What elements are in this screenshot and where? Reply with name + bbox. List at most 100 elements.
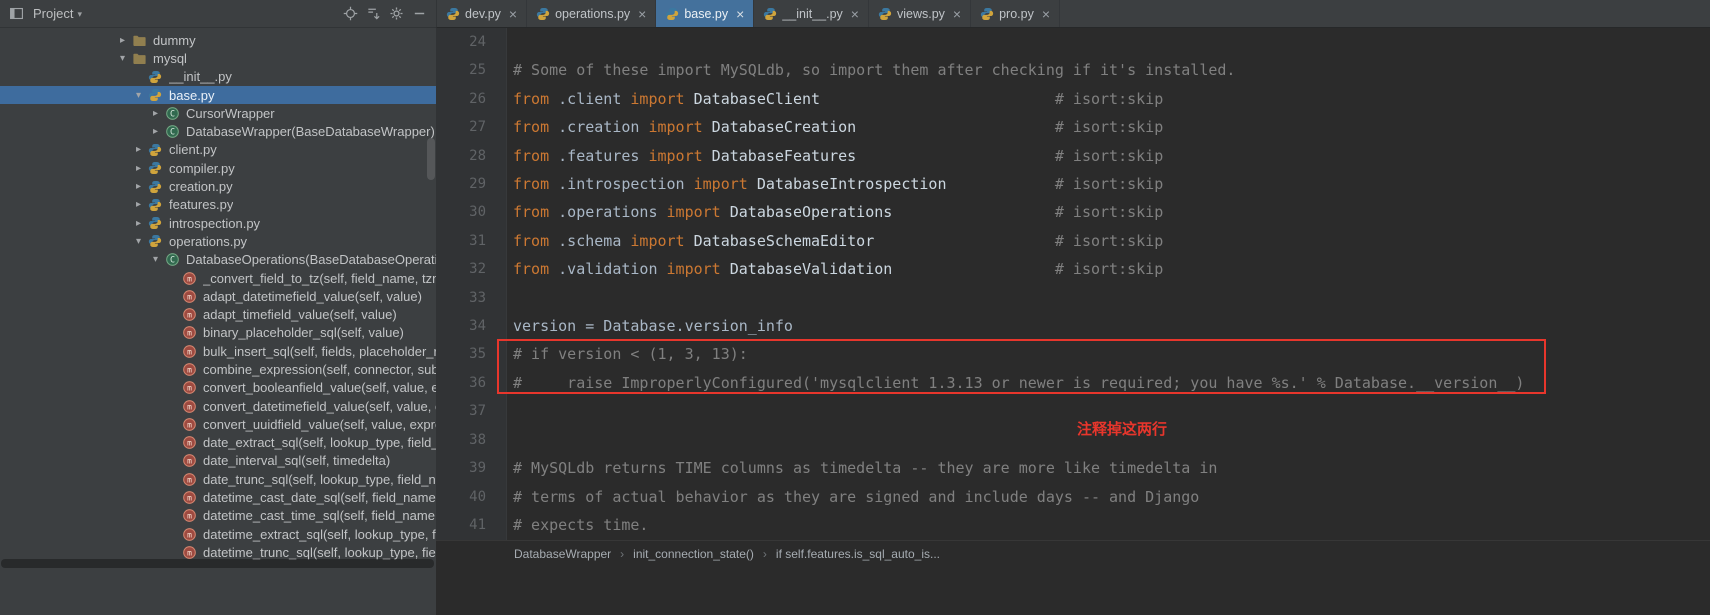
project-panel-title[interactable]: Project (33, 6, 73, 21)
tree-expand-right-icon[interactable]: ▸ (147, 126, 164, 137)
tree-item-operations.py[interactable]: ▾ operations.py (0, 232, 436, 250)
editor-tab-__init__.py[interactable]: __init__.py × (754, 0, 869, 27)
tree-expand-right-icon[interactable]: ▸ (130, 144, 147, 155)
line-number[interactable]: 38 (436, 426, 506, 454)
tab-close-icon[interactable]: × (509, 7, 517, 21)
tree-item-__init__.py[interactable]: __init__.py (0, 68, 436, 86)
collapse-all-icon[interactable] (362, 2, 385, 25)
tab-close-icon[interactable]: × (1042, 7, 1050, 21)
tree-expand-right-icon[interactable]: ▸ (130, 181, 147, 192)
line-number[interactable]: 31 (436, 227, 506, 255)
code-line-40[interactable]: 40 # terms of actual behavior as they are… (436, 483, 1710, 511)
code-line-24[interactable]: 24 (436, 28, 1710, 56)
line-number[interactable]: 39 (436, 454, 506, 482)
tree-item-convert_datetimefield_value[interactable]: m convert_datetimefield_value(self, value… (0, 397, 436, 415)
editor-tab-dev.py[interactable]: dev.py × (437, 0, 528, 27)
tree-expand-down-icon[interactable]: ▾ (130, 90, 147, 101)
tree-item-datetime_cast_time_sql[interactable]: m datetime_cast_time_sql(self, field_name… (0, 507, 436, 525)
line-number[interactable]: 27 (436, 113, 506, 141)
vertical-scrollbar-thumb[interactable] (427, 138, 435, 180)
horizontal-scrollbar[interactable] (1, 559, 434, 568)
tree-item-mysql[interactable]: ▾ mysql (0, 49, 436, 67)
tree-item-adapt_datetimefield_value[interactable]: m adapt_datetimefield_value(self, value) (0, 287, 436, 305)
tree-item-client.py[interactable]: ▸ client.py (0, 141, 436, 159)
code-line-25[interactable]: 25 # Some of these import MySQLdb, so imp… (436, 56, 1710, 84)
breadcrumb-item[interactable]: DatabaseWrapper (514, 547, 611, 561)
breadcrumb-item[interactable]: if self.features.is_sql_auto_is... (776, 547, 940, 561)
line-number[interactable]: 41 (436, 511, 506, 539)
tab-close-icon[interactable]: × (953, 7, 961, 21)
line-number[interactable]: 32 (436, 255, 506, 283)
tree-item-datetime_cast_date_sql[interactable]: m datetime_cast_date_sql(self, field_name… (0, 488, 436, 506)
tree-expand-down-icon[interactable]: ▾ (147, 254, 164, 265)
tab-close-icon[interactable]: × (736, 7, 744, 21)
tree-item-features.py[interactable]: ▸ features.py (0, 196, 436, 214)
tree-expand-right-icon[interactable]: ▸ (147, 108, 164, 119)
code-line-26[interactable]: 26 from .client import DatabaseClient # i… (436, 85, 1710, 113)
locate-file-icon[interactable] (339, 2, 362, 25)
tree-item-DatabaseWrapper[interactable]: ▸ C DatabaseWrapper(BaseDatabaseWrapper) (0, 122, 436, 140)
code-line-39[interactable]: 39 # MySQLdb returns TIME columns as time… (436, 454, 1710, 482)
line-number[interactable]: 34 (436, 312, 506, 340)
line-number[interactable]: 33 (436, 284, 506, 312)
code-line-34[interactable]: 34 version = Database.version_info (436, 312, 1710, 340)
code-area[interactable]: 24 25 # Some of these import MySQLdb, so i… (436, 28, 1710, 540)
hide-panel-icon[interactable] (408, 2, 431, 25)
code-line-38[interactable]: 38 (436, 426, 1710, 454)
code-line-31[interactable]: 31 from .schema import DatabaseSchemaEdit… (436, 227, 1710, 255)
tab-close-icon[interactable]: × (638, 7, 646, 21)
tree-item-date_trunc_sql[interactable]: m date_trunc_sql(self, lookup_type, field… (0, 470, 436, 488)
project-tool-window-icon[interactable] (5, 2, 28, 25)
editor-tab-pro.py[interactable]: pro.py × (971, 0, 1061, 27)
line-number[interactable]: 25 (436, 56, 506, 84)
code-line-29[interactable]: 29 from .introspection import DatabaseInt… (436, 170, 1710, 198)
tree-item-convert_uuidfield_value[interactable]: m convert_uuidfield_value(self, value, ex… (0, 415, 436, 433)
tree-item-CursorWrapper[interactable]: ▸ C CursorWrapper (0, 104, 436, 122)
code-line-37[interactable]: 37 (436, 397, 1710, 425)
line-number[interactable]: 40 (436, 483, 506, 511)
tree-item-dummy[interactable]: ▸ dummy (0, 31, 436, 49)
code-line-28[interactable]: 28 from .features import DatabaseFeatures… (436, 142, 1710, 170)
code-line-36[interactable]: 36 # raise ImproperlyConfigured('mysqlcli… (436, 369, 1710, 397)
tree-item-date_interval_sql[interactable]: m date_interval_sql(self, timedelta) (0, 452, 436, 470)
line-number[interactable]: 24 (436, 28, 506, 56)
line-number[interactable]: 30 (436, 198, 506, 226)
tree-item-binary_placeholder_sql[interactable]: m binary_placeholder_sql(self, value) (0, 324, 436, 342)
tree-item-creation.py[interactable]: ▸ creation.py (0, 177, 436, 195)
tree-expand-down-icon[interactable]: ▾ (114, 53, 131, 64)
code-line-35[interactable]: 35 # if version < (1, 3, 13): (436, 340, 1710, 368)
tree-item-introspection.py[interactable]: ▸ introspection.py (0, 214, 436, 232)
tree-item-_convert_field_to_tz[interactable]: m _convert_field_to_tz(self, field_name, … (0, 269, 436, 287)
chevron-down-icon[interactable]: ▾ (77, 9, 82, 20)
tree-item-adapt_timefield_value[interactable]: m adapt_timefield_value(self, value) (0, 305, 436, 323)
tree-item-datetime_extract_sql[interactable]: m datetime_extract_sql(self, lookup_type,… (0, 525, 436, 543)
editor-tab-views.py[interactable]: views.py × (869, 0, 972, 27)
tree-item-convert_booleanfield_value[interactable]: m convert_booleanfield_value(self, value,… (0, 379, 436, 397)
tree-item-base.py[interactable]: ▾ base.py (0, 85, 436, 105)
tree-expand-right-icon[interactable]: ▸ (130, 199, 147, 210)
line-number[interactable]: 35 (436, 340, 506, 368)
tree-item-combine_expression[interactable]: m combine_expression(self, connector, sub… (0, 360, 436, 378)
tab-close-icon[interactable]: × (851, 7, 859, 21)
line-number[interactable]: 26 (436, 85, 506, 113)
editor-tab-operations.py[interactable]: operations.py × (527, 0, 657, 27)
tree-expand-right-icon[interactable]: ▸ (114, 35, 131, 46)
line-number[interactable]: 36 (436, 369, 506, 397)
line-number[interactable]: 28 (436, 142, 506, 170)
tree-item-DatabaseOperations[interactable]: ▾ C DatabaseOperations(BaseDatabaseOperati… (0, 251, 436, 269)
line-number[interactable]: 37 (436, 397, 506, 425)
code-line-33[interactable]: 33 (436, 284, 1710, 312)
tree-expand-down-icon[interactable]: ▾ (130, 236, 147, 247)
tree-expand-right-icon[interactable]: ▸ (130, 163, 147, 174)
code-line-41[interactable]: 41 # expects time. (436, 511, 1710, 539)
editor-tab-base.py[interactable]: base.py × (656, 0, 755, 27)
code-line-32[interactable]: 32 from .validation import DatabaseValida… (436, 255, 1710, 283)
tree-item-bulk_insert_sql[interactable]: m bulk_insert_sql(self, fields, placehold… (0, 342, 436, 360)
settings-gear-icon[interactable] (385, 2, 408, 25)
tree-expand-right-icon[interactable]: ▸ (130, 218, 147, 229)
breadcrumb-item[interactable]: init_connection_state() (633, 547, 754, 561)
code-line-30[interactable]: 30 from .operations import DatabaseOperat… (436, 198, 1710, 226)
line-number[interactable]: 29 (436, 170, 506, 198)
tree-item-date_extract_sql[interactable]: m date_extract_sql(self, lookup_type, fie… (0, 434, 436, 452)
code-line-27[interactable]: 27 from .creation import DatabaseCreation… (436, 113, 1710, 141)
